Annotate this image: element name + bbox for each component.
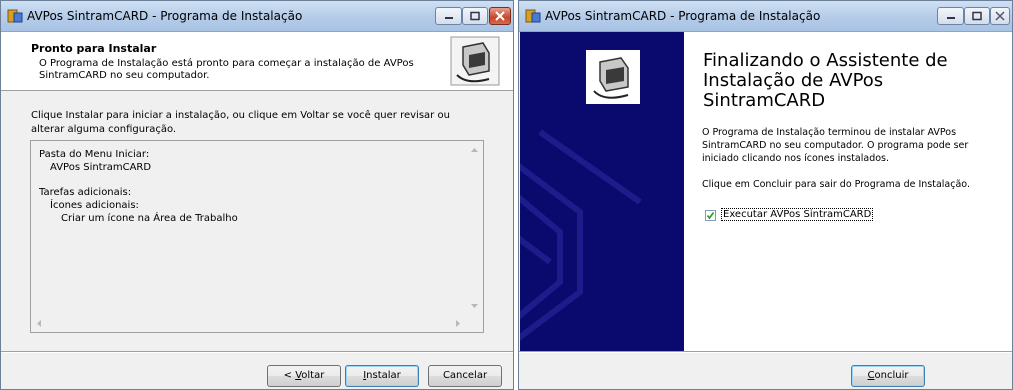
page-subtitle: O Programa de Instalação está pronto par…	[39, 58, 414, 81]
install-button[interactable]: Instalar	[345, 365, 419, 387]
minimize-icon	[946, 17, 955, 19]
horizontal-scrollbar[interactable]	[31, 315, 466, 332]
page-title: Pronto para Instalar	[31, 42, 157, 55]
back-button[interactable]: < Voltar	[267, 365, 341, 387]
finish-button-label: oncluir	[874, 370, 909, 381]
installer-computer-icon	[449, 35, 501, 87]
finish-button-accel: C	[867, 370, 875, 381]
installer-window-ready: AVPos SintramCARD - Programa de Instalaç…	[0, 0, 514, 390]
wizard-header: Pronto para Instalar O Programa de Insta…	[1, 32, 513, 91]
minimize-button[interactable]	[937, 7, 964, 25]
close-icon	[495, 11, 505, 21]
minimize-button[interactable]	[435, 7, 462, 25]
setup-icon	[7, 9, 23, 23]
maximize-button[interactable]	[462, 7, 488, 25]
memo-line: Criar um ícone na Área de Trabalho	[61, 213, 238, 224]
back-button-prefix: <	[283, 370, 296, 381]
vertical-scrollbar[interactable]	[466, 141, 483, 317]
cancel-button[interactable]: Cancelar	[428, 365, 502, 387]
checkmark-icon	[706, 212, 715, 220]
finish-title: Finalizando o Assistente de Instalação d…	[703, 50, 948, 111]
window-title: AVPos SintramCARD - Programa de Instalaç…	[545, 9, 821, 23]
minimize-icon	[444, 17, 453, 19]
maximize-button[interactable]	[964, 7, 990, 25]
memo-line: AVPos SintramCARD	[50, 162, 152, 173]
setup-icon	[525, 9, 541, 23]
maximize-icon	[972, 11, 982, 21]
instruction-text: Clique Instalar para iniciar a instalaçã…	[31, 110, 450, 135]
separator	[519, 351, 1012, 353]
run-app-checkbox-label[interactable]: Executar AVPos SintramCARD	[721, 208, 874, 221]
summary-memo[interactable]: Pasta do Menu Iniciar: AVPos SintramCARD…	[30, 140, 484, 333]
memo-line: Tarefas adicionais:	[39, 187, 132, 198]
wizard-side-banner	[520, 32, 684, 351]
scroll-arrows-icon	[471, 148, 478, 308]
installer-window-finished: AVPos SintramCARD - Programa de Instalaç…	[518, 0, 1013, 390]
scroll-arrows-icon	[37, 320, 460, 327]
maximize-icon	[470, 11, 480, 21]
finish-instruction: Clique em Concluir para sair do Programa…	[702, 179, 970, 190]
close-button[interactable]	[990, 7, 1010, 25]
window-title: AVPos SintramCARD - Programa de Instalaç…	[27, 9, 303, 23]
installer-computer-icon	[586, 50, 640, 104]
title-bar[interactable]: AVPos SintramCARD - Programa de Instalaç…	[519, 1, 1012, 32]
memo-line: Pasta do Menu Iniciar:	[39, 149, 150, 160]
finish-button[interactable]: Concluir	[851, 365, 925, 387]
memo-line: Ícones adicionais:	[50, 200, 139, 211]
close-button[interactable]	[489, 7, 511, 25]
title-bar[interactable]: AVPos SintramCARD - Programa de Instalaç…	[1, 1, 513, 32]
back-button-label: oltar	[301, 370, 325, 381]
install-button-label: nstalar	[366, 370, 401, 381]
finish-description: O Programa de Instalação terminou de ins…	[702, 127, 969, 164]
separator	[1, 351, 513, 353]
close-icon	[995, 11, 1005, 21]
run-app-checkbox[interactable]	[705, 210, 716, 221]
